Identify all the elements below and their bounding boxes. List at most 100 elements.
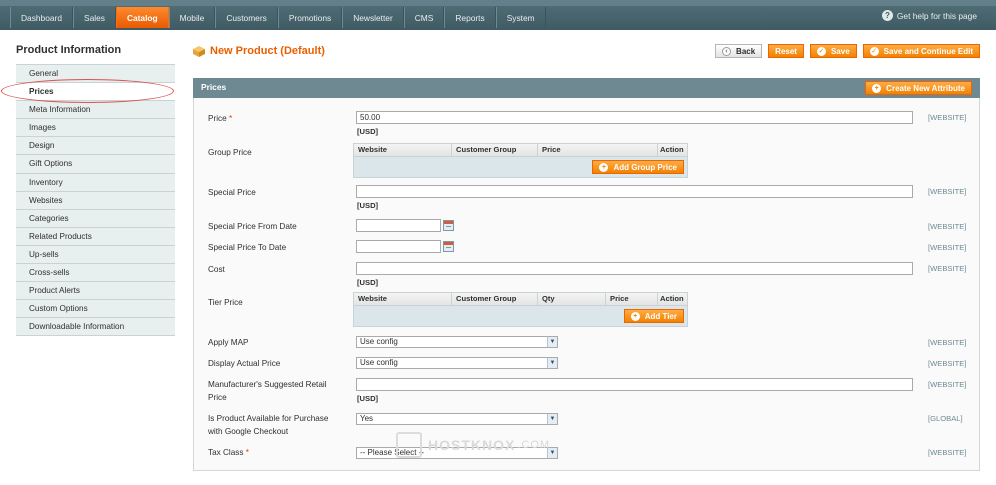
nav-dashboard[interactable]: Dashboard [10,7,73,28]
top-stripe [0,0,996,6]
display-actual-price-label: Display Actual Price [208,359,281,368]
sidebar-item-related-products[interactable]: Related Products [16,227,175,246]
prices-section-header: Prices + Create New Attribute [193,78,980,98]
google-checkout-label-line1: Is Product Available for Purchase [208,414,329,423]
add-tier-button[interactable]: + Add Tier [623,309,684,323]
nav-sales[interactable]: Sales [72,7,116,28]
cost-input[interactable] [356,262,913,275]
sidebar-item-product-alerts[interactable]: Product Alerts [16,282,175,301]
nav-catalog[interactable]: Catalog [115,7,169,28]
sidebar-item-prices[interactable]: Prices [16,83,175,102]
plus-icon: + [872,83,882,93]
sidebar-item-images[interactable]: Images [16,119,175,138]
group-price-grid-footer: + Add Group Price [354,157,687,177]
column-price: Price [538,144,658,156]
sidebar-item-downloadable-information[interactable]: Downloadable Information [16,318,175,337]
reset-button-label: Reset [775,46,797,56]
special-to-input[interactable] [356,240,441,253]
save-and-continue-button[interactable]: ✓ Save and Continue Edit [862,44,980,58]
sidebar-item-custom-options[interactable]: Custom Options [16,300,175,319]
sidebar-item-design[interactable]: Design [16,137,175,156]
nav-customers[interactable]: Customers [215,7,278,28]
chevron-down-icon: ▼ [547,414,557,424]
required-marker: * [245,448,249,457]
sidebar-item-categories[interactable]: Categories [16,209,175,228]
price-input[interactable]: 50.00 [356,111,913,124]
nav-reports[interactable]: Reports [444,7,496,28]
column-website: Website [354,293,452,305]
price-label-text: Price [208,114,227,123]
column-customer-group: Customer Group [452,144,538,156]
sidebar-item-up-sells[interactable]: Up-sells [16,245,175,265]
sidebar-item-inventory[interactable]: Inventory [16,173,175,192]
question-circle-icon: ? [881,10,893,21]
reset-button[interactable]: Reset [768,44,804,58]
column-action: Action [660,145,684,154]
apply-map-scope: [WEBSITE] [928,338,967,347]
tier-price-label: Tier Price [208,298,243,307]
sidebar-tabs: General Prices Meta Information Images D… [16,64,175,337]
tax-class-scope: [WEBSITE] [928,448,967,457]
group-price-grid: Website Customer Group Price Action + Ad… [353,143,688,178]
msrp-input[interactable] [356,378,913,391]
plus-icon: + [599,162,609,172]
page-title: New Product (Default) [210,45,325,57]
special-from-label: Special Price From Date [208,222,297,231]
arrow-left-icon: ‹ [722,46,732,56]
sidebar-item-general[interactable]: General [16,65,175,84]
save-and-continue-label: Save and Continue Edit [883,46,973,56]
page-header: New Product (Default) ‹ Back Reset ✓ Sav… [193,44,980,60]
save-button-label: Save [830,46,850,56]
tier-price-grid: Website Customer Group Qty Price Action … [353,292,688,327]
sidebar-item-websites[interactable]: Websites [16,191,175,210]
apply-map-label: Apply MAP [208,338,249,347]
add-group-price-button[interactable]: + Add Group Price [592,160,684,174]
calendar-icon[interactable] [443,241,454,252]
required-marker: * [228,114,233,123]
google-checkout-scope: [GLOBAL] [928,414,963,423]
special-to-scope: [WEBSITE] [928,243,967,252]
nav-system[interactable]: System [495,7,546,28]
price-label: Price * [208,112,232,125]
create-new-attribute-button[interactable]: + Create New Attribute [865,81,972,95]
special-price-currency: [USD] [357,201,379,210]
display-actual-price-select[interactable]: Use config ▼ [356,357,558,369]
watermark-logo-icon [396,432,422,458]
help-link[interactable]: ? Get help for this page [881,10,977,21]
save-button[interactable]: ✓ Save [809,44,857,58]
msrp-scope: [WEBSITE] [928,380,967,389]
column-customer-group: Customer Group [452,293,538,305]
sidebar-item-gift-options[interactable]: Gift Options [16,155,175,174]
special-price-label: Special Price [208,188,256,197]
nav-promotions[interactable]: Promotions [277,7,343,28]
special-price-input[interactable] [356,185,913,198]
msrp-label-line2: Price [208,393,227,402]
msrp-currency: [USD] [357,394,379,403]
google-checkout-select[interactable]: Yes ▼ [356,413,558,425]
add-tier-label: Add Tier [644,311,677,321]
calendar-icon[interactable] [443,220,454,231]
price-scope: [WEBSITE] [928,113,967,122]
tax-class-label-text: Tax Class [208,448,244,457]
nav-mobile[interactable]: Mobile [168,7,216,28]
apply-map-select[interactable]: Use config ▼ [356,336,558,348]
cost-currency: [USD] [357,278,379,287]
column-website: Website [354,144,452,156]
column-qty: Qty [538,293,606,305]
main-menu: Dashboard Sales Catalog Mobile Customers… [10,7,546,28]
sidebar-item-cross-sells[interactable]: Cross-sells [16,264,175,283]
nav-cms[interactable]: CMS [403,7,445,28]
nav-newsletter[interactable]: Newsletter [342,7,404,28]
column-price: Price [606,293,658,305]
group-price-label: Group Price [208,148,252,157]
tier-price-grid-header: Website Customer Group Qty Price Action [354,293,687,306]
back-button[interactable]: ‹ Back [715,44,763,58]
special-from-input[interactable] [356,219,441,232]
box-icon [193,46,205,57]
msrp-label: Manufacturer's Suggested Retail Price [208,378,327,404]
price-currency: [USD] [357,127,379,136]
hostknox-watermark: HOSTKNOX .COM [396,432,550,458]
create-new-attribute-label: Create New Attribute [886,83,965,93]
special-from-scope: [WEBSITE] [928,222,967,231]
sidebar-item-meta-information[interactable]: Meta Information [16,101,175,120]
